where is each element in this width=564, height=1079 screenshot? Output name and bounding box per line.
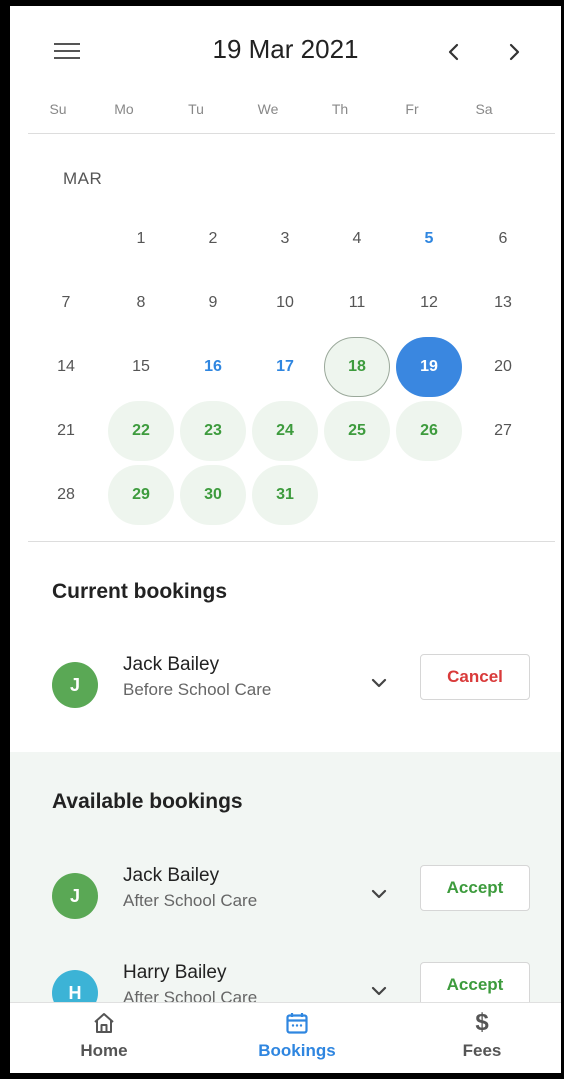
calendar-day[interactable]: 3 bbox=[252, 209, 318, 269]
booking-row: J Jack Bailey After School Care Accept bbox=[10, 865, 561, 925]
care-type: After School Care bbox=[123, 891, 258, 910]
nav-fees-label: Fees bbox=[462, 1041, 502, 1060]
calendar-day[interactable]: 30 bbox=[180, 465, 246, 525]
calendar-day[interactable]: 6 bbox=[470, 209, 536, 269]
calendar-day[interactable]: 11 bbox=[324, 273, 390, 333]
chevron-down-icon[interactable] bbox=[366, 670, 392, 696]
calendar-day[interactable]: 22 bbox=[108, 401, 174, 461]
calendar-day[interactable]: 24 bbox=[252, 401, 318, 461]
weekday-header: Su Mo Tu We Th Fr Sa bbox=[28, 94, 555, 134]
avatar: J bbox=[52, 662, 98, 708]
weekday-label: Mo bbox=[114, 101, 134, 117]
calendar-day[interactable]: 5 bbox=[396, 209, 462, 269]
booking-row: J Jack Bailey Before School Care Cancel bbox=[10, 654, 561, 714]
calendar-day[interactable]: 14 bbox=[33, 337, 99, 397]
divider bbox=[28, 541, 555, 542]
calendar-week: 123456 bbox=[38, 209, 543, 273]
calendar-day[interactable]: 29 bbox=[108, 465, 174, 525]
app-screen: 19 Mar 2021 Su Mo Tu We Th Fr Sa MAR 123… bbox=[10, 6, 561, 1073]
calendar-icon bbox=[237, 1009, 357, 1037]
calendar-day[interactable]: 2 bbox=[180, 209, 246, 269]
calendar-week: 21 22 23 24 25 26 27 bbox=[38, 401, 543, 465]
calendar-day[interactable]: 20 bbox=[470, 337, 536, 397]
avatar: J bbox=[52, 873, 98, 919]
nav-home-label: Home bbox=[80, 1041, 128, 1060]
calendar-day[interactable]: 18 bbox=[324, 337, 390, 397]
weekday-label: We bbox=[257, 101, 279, 117]
chevron-left-icon[interactable] bbox=[436, 34, 472, 70]
nav-bookings-label: Bookings bbox=[258, 1041, 336, 1060]
calendar-week: 14 15 16 17 18 19 20 bbox=[38, 337, 543, 401]
calendar-day[interactable]: 25 bbox=[324, 401, 390, 461]
current-bookings-title: Current bookings bbox=[52, 580, 228, 603]
chevron-down-icon[interactable] bbox=[366, 978, 392, 1004]
header-date-title: 19 Mar 2021 bbox=[212, 34, 359, 64]
cancel-button[interactable]: Cancel bbox=[420, 654, 530, 700]
month-label: MAR bbox=[63, 169, 103, 188]
nav-home[interactable]: Home bbox=[44, 1009, 164, 1061]
chevron-down-icon[interactable] bbox=[366, 881, 392, 907]
calendar-day[interactable]: 23 bbox=[180, 401, 246, 461]
calendar-day[interactable]: 1 bbox=[108, 209, 174, 269]
dollar-icon: $ bbox=[475, 1009, 489, 1036]
available-bookings-title: Available bookings bbox=[52, 790, 243, 813]
calendar-day[interactable]: 12 bbox=[396, 273, 462, 333]
child-name: Jack Bailey bbox=[123, 654, 220, 675]
calendar-week: 28 29 30 31 bbox=[38, 465, 543, 529]
calendar-week: 7 8 9 10 11 12 13 bbox=[38, 273, 543, 337]
nav-fees[interactable]: $ Fees bbox=[422, 1009, 542, 1061]
child-name: Jack Bailey bbox=[123, 865, 220, 886]
calendar-day[interactable]: 27 bbox=[470, 401, 536, 461]
weekday-label: Su bbox=[49, 101, 67, 117]
child-name: Harry Bailey bbox=[123, 962, 227, 983]
calendar-day[interactable]: 31 bbox=[252, 465, 318, 525]
nav-bookings[interactable]: Bookings bbox=[237, 1009, 357, 1061]
calendar-day[interactable]: 13 bbox=[470, 273, 536, 333]
calendar-day[interactable]: 4 bbox=[324, 209, 390, 269]
calendar-day[interactable]: 26 bbox=[396, 401, 462, 461]
weekday-label: Tu bbox=[188, 101, 204, 117]
calendar-day[interactable]: 19 bbox=[396, 337, 462, 397]
calendar-day[interactable]: 10 bbox=[252, 273, 318, 333]
chevron-right-icon[interactable] bbox=[496, 34, 532, 70]
calendar-day[interactable]: 17 bbox=[252, 337, 318, 397]
header: 19 Mar 2021 bbox=[10, 6, 561, 94]
calendar-day[interactable]: 15 bbox=[108, 337, 174, 397]
home-icon bbox=[44, 1009, 164, 1037]
weekday-label: Fr bbox=[405, 101, 419, 117]
calendar-day[interactable]: 28 bbox=[33, 465, 99, 525]
calendar-day[interactable]: 7 bbox=[33, 273, 99, 333]
bottom-nav: Home Bookings $ Fees bbox=[10, 1002, 561, 1073]
calendar-day[interactable]: 9 bbox=[180, 273, 246, 333]
calendar-grid: 1 2 3 4 5 6 7 8 9 10 11 12 13 14 15 16 17 18 19 20 21 22 23 24 2… bbox=[38, 209, 543, 529]
weekday-label: Sa bbox=[475, 101, 493, 117]
weekday-label: Th bbox=[331, 101, 349, 117]
calendar-day[interactable]: 21 bbox=[33, 401, 99, 461]
accept-button[interactable]: Accept bbox=[420, 865, 530, 911]
calendar-day[interactable]: 8 bbox=[108, 273, 174, 333]
care-type: Before School Care bbox=[123, 680, 272, 699]
calendar-day[interactable]: 16 bbox=[180, 337, 246, 397]
